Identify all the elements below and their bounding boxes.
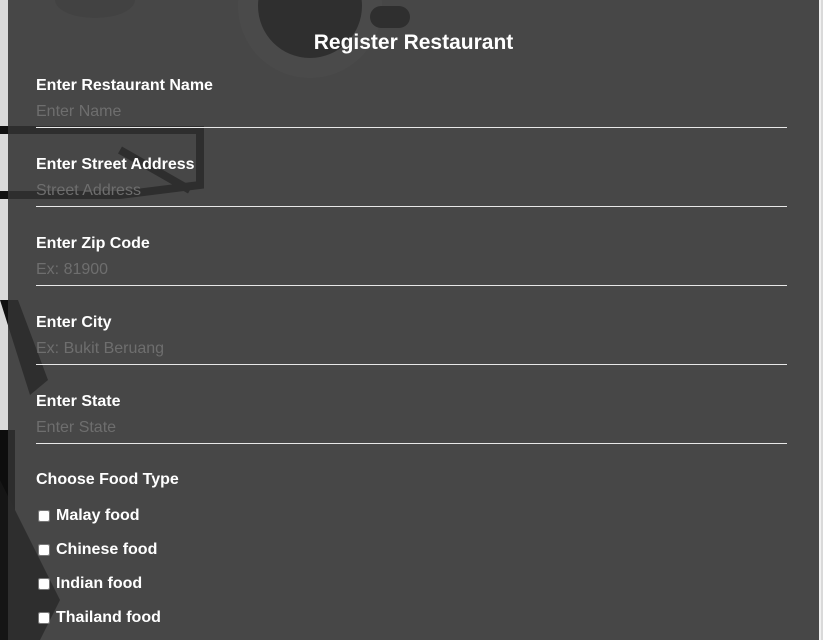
- food-option-indian[interactable]: Indian food: [38, 574, 142, 594]
- street-address-field: Enter Street Address: [36, 156, 787, 235]
- food-option-malay[interactable]: Malay food: [38, 506, 140, 526]
- food-type-label: Choose Food Type: [36, 471, 179, 488]
- zip-code-input[interactable]: [36, 255, 787, 286]
- state-label: Enter State: [36, 393, 121, 410]
- malay-food-checkbox[interactable]: [38, 510, 50, 522]
- city-label: Enter City: [36, 314, 112, 331]
- state-input[interactable]: [36, 413, 787, 444]
- zip-code-label: Enter Zip Code: [36, 235, 150, 252]
- street-address-input[interactable]: [36, 176, 787, 207]
- chinese-food-label: Chinese food: [56, 541, 158, 558]
- street-address-label: Enter Street Address: [36, 156, 195, 173]
- indian-food-label: Indian food: [56, 575, 143, 592]
- city-field: Enter City: [36, 314, 787, 393]
- thailand-food-label: Thailand food: [56, 609, 161, 626]
- food-option-thailand[interactable]: Thailand food: [38, 608, 161, 628]
- zip-code-field: Enter Zip Code: [36, 235, 787, 314]
- register-form-panel: Register Restaurant Enter Restaurant Nam…: [8, 0, 821, 640]
- malay-food-label: Malay food: [56, 507, 140, 524]
- food-option-chinese[interactable]: Chinese food: [38, 540, 157, 560]
- restaurant-name-label: Enter Restaurant Name: [36, 77, 213, 94]
- restaurant-name-input[interactable]: [36, 97, 787, 128]
- indian-food-checkbox[interactable]: [38, 578, 50, 590]
- thailand-food-checkbox[interactable]: [38, 612, 50, 624]
- city-input[interactable]: [36, 334, 787, 365]
- chinese-food-checkbox[interactable]: [38, 544, 50, 556]
- state-field: Enter State: [36, 393, 787, 472]
- form-title: Register Restaurant: [313, 31, 514, 54]
- restaurant-name-field: Enter Restaurant Name: [36, 77, 787, 156]
